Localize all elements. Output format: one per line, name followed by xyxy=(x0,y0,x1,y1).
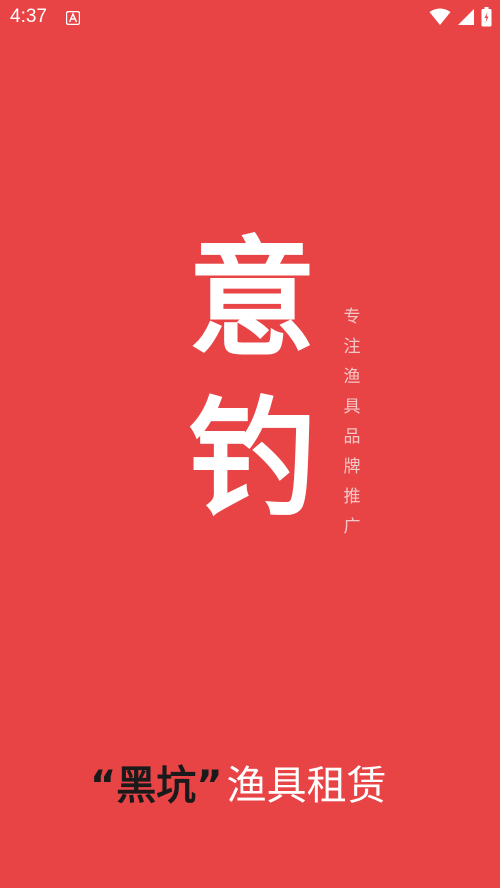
wifi-icon xyxy=(429,8,451,26)
slogan: “黑坑” 渔具租赁 xyxy=(90,756,387,816)
slogan-rest: 渔具租赁 xyxy=(226,763,387,809)
status-time: 4:37 xyxy=(10,6,47,27)
logo-char-yi: 意 xyxy=(187,225,316,374)
status-icons xyxy=(429,7,492,27)
notification-a-icon xyxy=(65,10,81,26)
slogan-quoted: “黑坑” xyxy=(90,763,223,809)
logo-char-diao: 钓 xyxy=(187,385,316,534)
battery-icon xyxy=(481,7,492,27)
tagline: 专注渔具品牌推广 xyxy=(343,307,361,537)
status-bar: 4:37 xyxy=(0,0,500,34)
cellular-signal-icon xyxy=(457,8,475,26)
app-logo: 意 钓 xyxy=(182,220,322,540)
